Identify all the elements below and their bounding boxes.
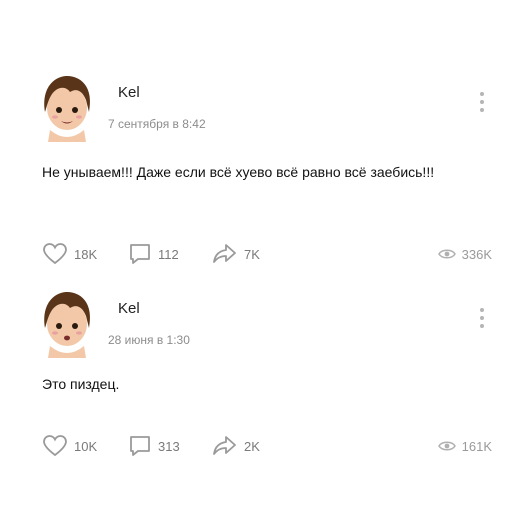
author-avatar[interactable] — [36, 288, 98, 358]
like-button[interactable]: 18K — [42, 242, 97, 266]
views-counter: 336K — [437, 242, 492, 266]
author-avatar[interactable] — [36, 72, 98, 142]
comment-count: 313 — [158, 438, 180, 454]
post-actions: 10K 313 2K 161K — [42, 434, 492, 458]
post-date[interactable]: 28 июня в 1:30 — [108, 333, 190, 347]
more-vertical-icon[interactable] — [478, 308, 486, 334]
share-button[interactable]: 2K — [212, 434, 260, 458]
share-count: 7K — [244, 246, 260, 262]
views-count: 336K — [461, 246, 492, 262]
comment-icon — [130, 436, 150, 456]
like-button[interactable]: 10K — [42, 434, 97, 458]
eye-icon — [437, 441, 456, 451]
comment-count: 112 — [158, 246, 179, 262]
author-name[interactable]: Kel — [118, 300, 140, 317]
post-date[interactable]: 7 сентября в 8:42 — [108, 117, 206, 131]
like-count: 10K — [74, 438, 98, 454]
eye-icon — [437, 249, 456, 259]
author-name[interactable]: Kel — [118, 84, 140, 101]
heart-icon — [43, 243, 67, 265]
post-text: Не унываем!!! Даже если всё хуево всё ра… — [42, 164, 435, 180]
comment-icon — [130, 244, 150, 264]
comment-button[interactable]: 112 — [128, 242, 179, 266]
more-vertical-icon[interactable] — [478, 92, 486, 118]
post-actions: 18K 112 7K 336K — [42, 242, 492, 266]
views-counter: 161K — [437, 434, 492, 458]
like-count: 18K — [74, 246, 98, 262]
post-text: Это пиздец. — [42, 376, 120, 392]
share-count: 2K — [244, 438, 260, 454]
heart-icon — [43, 435, 67, 457]
comment-button[interactable]: 313 — [128, 434, 180, 458]
share-icon — [213, 436, 236, 455]
share-icon — [213, 244, 236, 263]
share-button[interactable]: 7K — [212, 242, 260, 266]
views-count: 161K — [461, 438, 492, 454]
